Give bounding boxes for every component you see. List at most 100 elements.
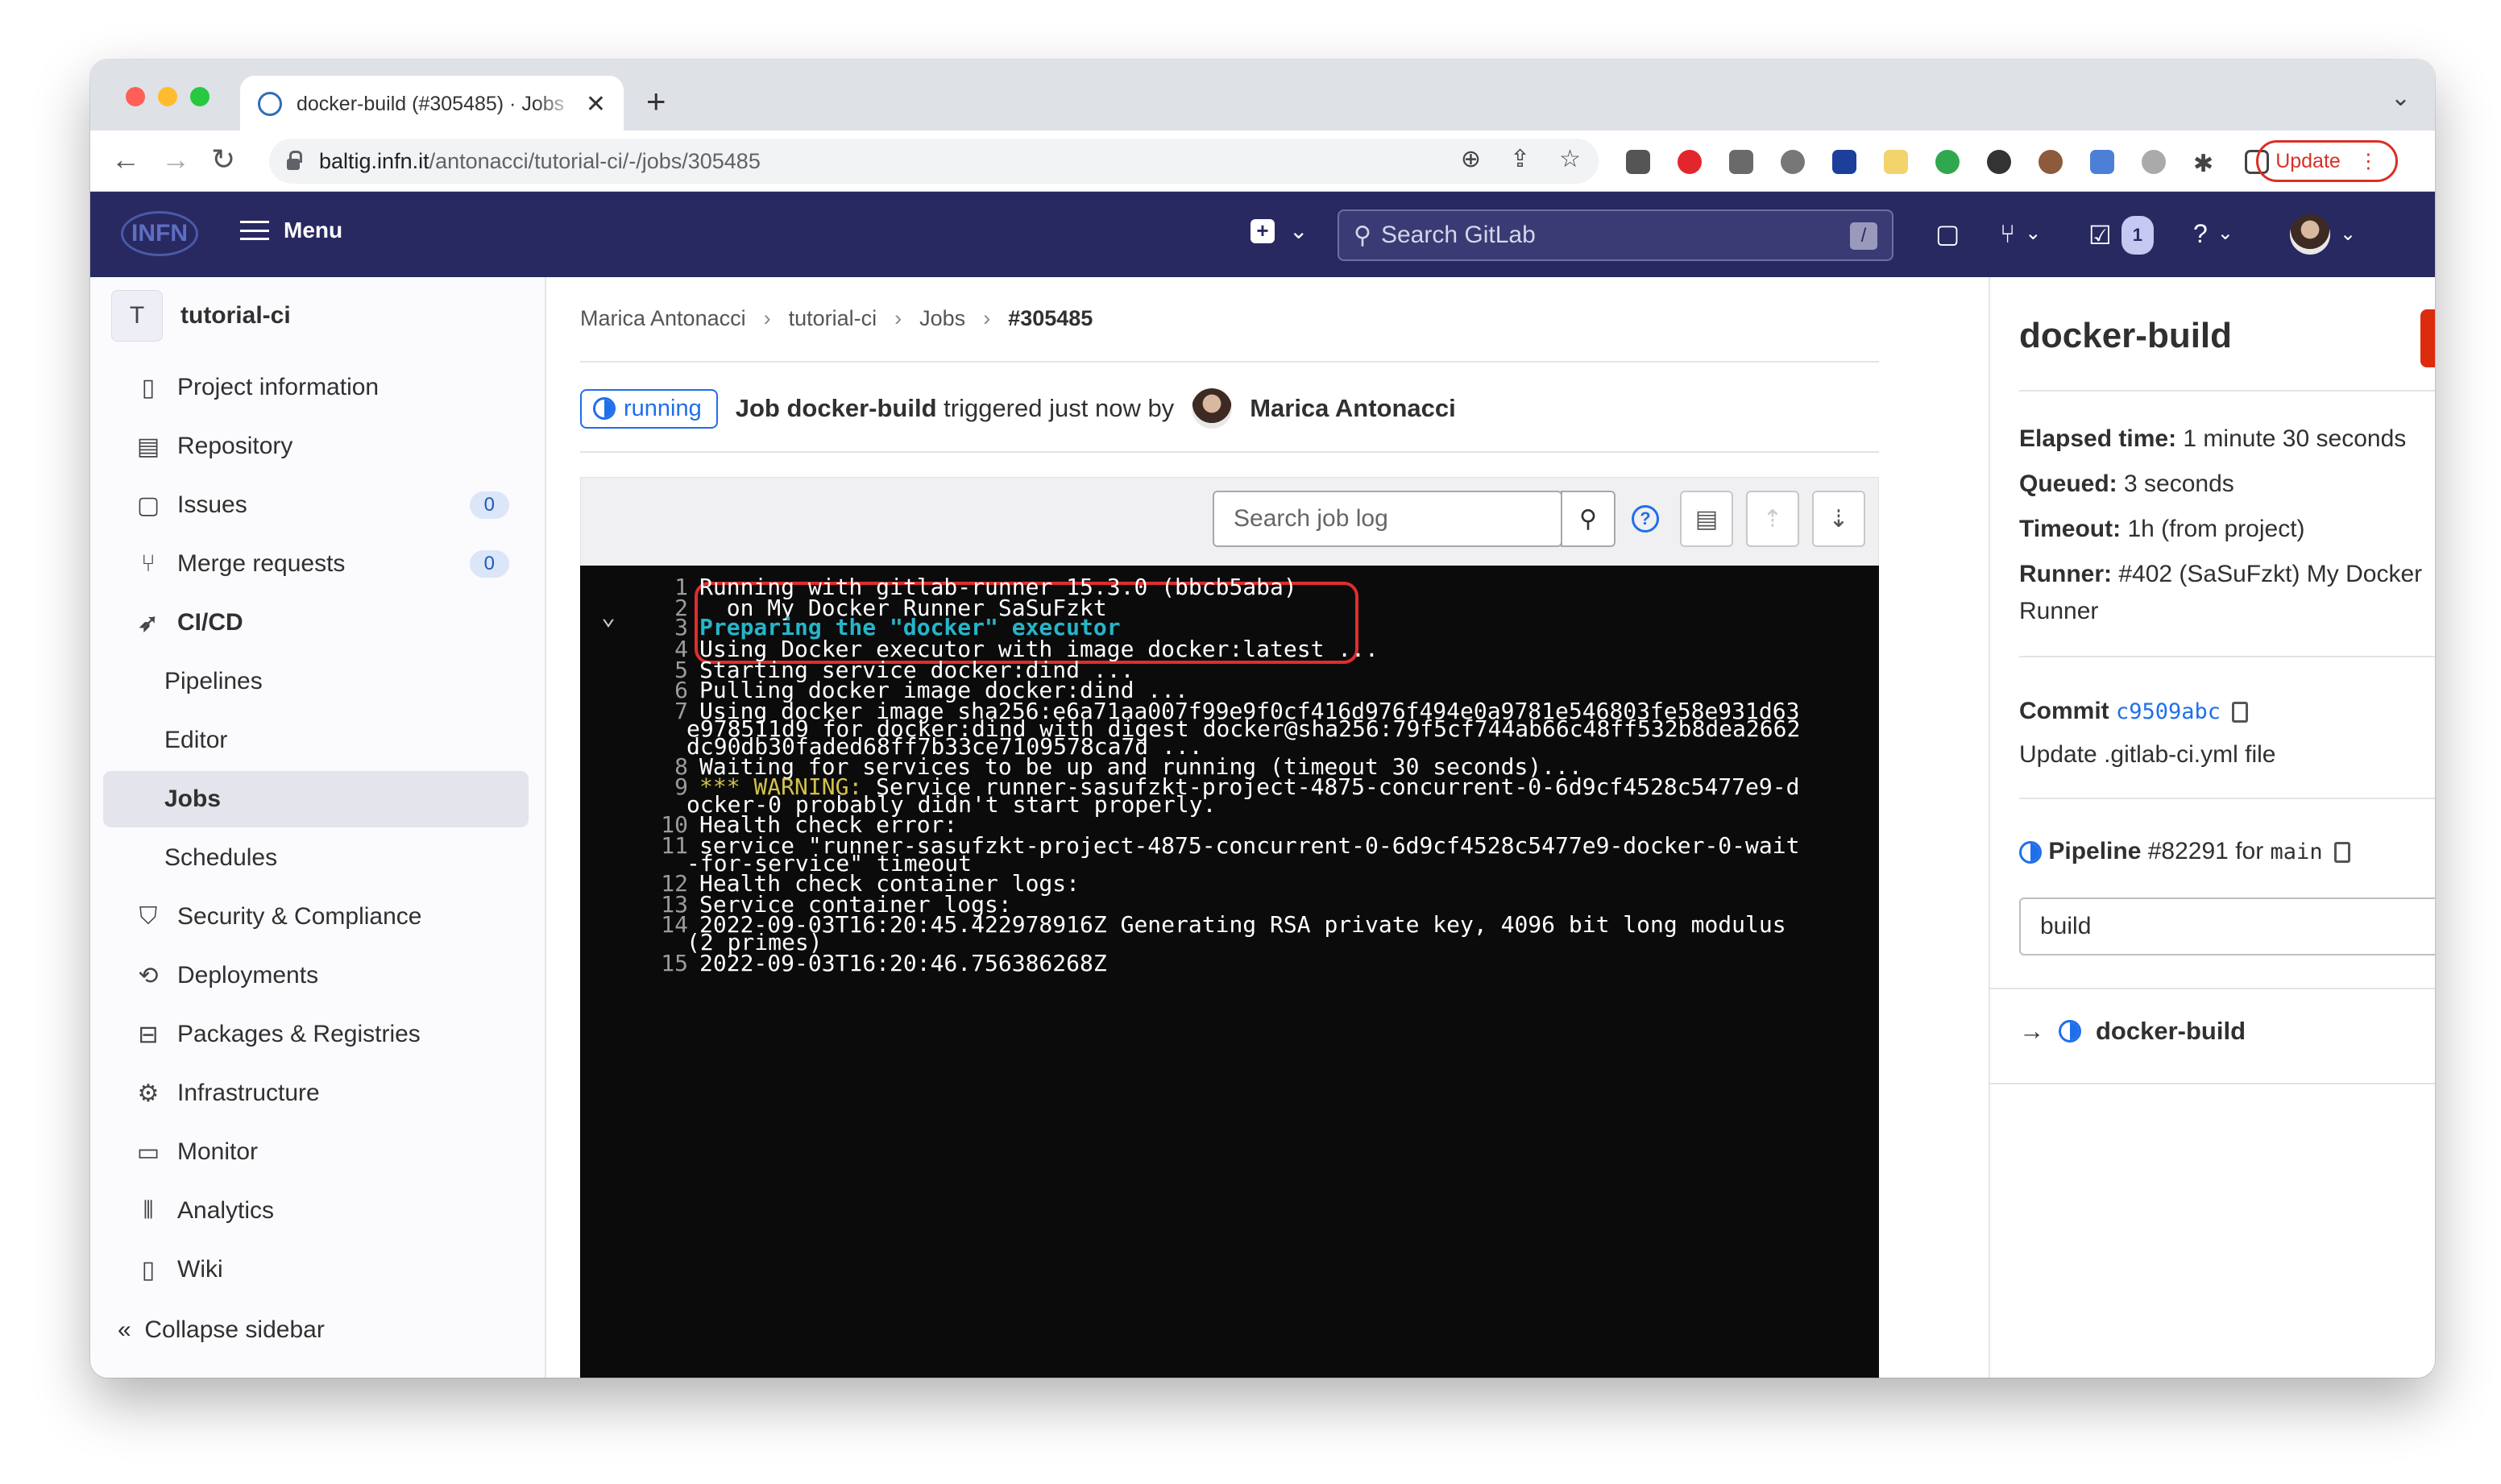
sidebar-item-security-compliance[interactable]: ⛉ Security & Compliance [103,889,529,945]
breadcrumb-project[interactable]: tutorial-ci [789,306,877,331]
create-new-button[interactable]: + ⌄ [1250,218,1308,244]
avatar [2290,214,2330,255]
extension-icon[interactable] [1884,150,1908,174]
document-icon: ▤ [1694,505,1719,533]
new-tab-icon[interactable]: + [646,82,666,121]
extension-icon[interactable] [2090,150,2114,174]
extension-icon[interactable] [1626,150,1650,174]
evernote-extension-icon[interactable] [1935,150,1960,174]
extension-icon[interactable] [1832,150,1856,174]
tab-search-chevron-icon[interactable]: ⌄ [2391,84,2411,112]
scroll-to-top-button[interactable]: ⇡ [1746,491,1799,547]
sidebar-item-pipelines[interactable]: Pipelines [103,653,529,710]
breadcrumb: Marica Antonacci › tutorial-ci › Jobs › #30… [580,306,1093,331]
sidebar-item-cicd[interactable]: ➶ CI/CD [103,595,529,651]
sidebar-item-schedules[interactable]: Schedules [103,830,529,886]
forward-icon[interactable]: → [161,142,190,177]
zoom-icon[interactable]: ⊕ [1461,145,1481,173]
avatar[interactable] [1192,388,1233,429]
scroll-to-bottom-button[interactable]: ⇣ [1812,491,1865,547]
sidebar-item-wiki[interactable]: ▯ Wiki [103,1242,529,1298]
share-icon[interactable]: ⇪ [1510,145,1530,173]
sidebar-item-analytics[interactable]: ⫴ Analytics [103,1183,529,1239]
close-window-button[interactable] [126,87,145,106]
url-bar[interactable]: baltig.infn.it/antonacci/tutorial-ci/-/j… [269,139,1599,184]
copy-clipboard-icon[interactable] [2333,842,2350,864]
cloud-gear-icon: ⚙ [137,1080,160,1107]
sidebar-item-issues[interactable]: ▢ Issues 0 [103,477,529,533]
extension-icon[interactable] [1729,150,1753,174]
divider [2019,656,2435,657]
breadcrumb-jobs[interactable]: Jobs [919,306,965,331]
menu-button[interactable]: Menu [240,218,342,243]
search-button[interactable]: ⚲ [1561,491,1615,547]
search-icon: ⚲ [1354,222,1371,249]
address-bar-row: ← → ↻ baltig.infn.it/antonacci/tutorial-… [90,131,2435,192]
document-icon: ▯ [141,374,156,401]
sidebar-item-monitor[interactable]: ▭ Monitor [103,1124,529,1180]
help-icon[interactable]: ? [1632,505,1659,533]
help-icon[interactable]: ? ⌄ [2193,216,2233,251]
job-name: docker-build [786,394,937,422]
sidebar-item-editor[interactable]: Editor [103,712,529,769]
lock-icon [287,151,302,170]
gitlab-search-input[interactable]: ⚲ Search GitLab / [1338,209,1893,261]
timeout: Timeout: 1h (from project) [2019,516,2305,542]
divider [2019,798,2435,799]
sidebar-item-repository[interactable]: ▤ Repository [103,418,529,475]
search-job-log-input[interactable]: Search job log [1213,491,1562,547]
extension-icon[interactable] [1987,150,2011,174]
current-job-row[interactable]: → docker-build [2019,1017,2246,1046]
maximize-window-button[interactable] [190,87,209,106]
gitlab-top-bar: INFN Menu + ⌄ ⚲ Search GitLab / ▢ ⑂ ⌄ ☑ 1 ?… [90,192,2435,277]
divider [1990,1083,2435,1084]
status-badge[interactable]: running [580,388,718,429]
divider [2019,390,2435,392]
copy-clipboard-icon[interactable] [2232,702,2249,723]
bookmark-star-icon[interactable]: ☆ [1559,145,1581,173]
todos-icon[interactable]: ☑ 1 [2088,216,2154,255]
collapse-sidebar-button[interactable]: « Collapse sidebar [118,1316,325,1344]
extensions-puzzle-icon[interactable]: ✱ [2193,150,2217,177]
sidebar-item-project-information[interactable]: ▯ Project information [103,359,529,416]
infn-logo[interactable]: INFN [121,211,198,256]
rocket-icon: ➶ [138,609,159,636]
sidebar-item-deployments[interactable]: ⟲ Deployments [103,947,529,1004]
sidebar-item-merge-requests[interactable]: ⑂ Merge requests 0 [103,536,529,592]
reload-icon[interactable]: ↻ [211,142,235,177]
breadcrumb-current[interactable]: #305485 [1008,306,1093,331]
extension-icon[interactable] [2142,150,2166,174]
stage-dropdown[interactable]: build⌄ [2019,897,2435,955]
pipeline-link[interactable]: Pipeline [2048,838,2141,864]
sidebar-item-jobs[interactable]: Jobs [103,771,529,827]
sidebar-item-packages-registries[interactable]: ⊟ Packages & Registries [103,1006,529,1063]
arrow-down-icon: ⇣ [1828,505,1849,533]
merge-requests-icon[interactable]: ⑂ ⌄ [2000,216,2041,251]
runner-info-wrap: Runner [2019,598,2099,624]
browser-tab[interactable]: docker-build (#305485) · Jobs ✕ [240,76,624,132]
chart-icon: ⫴ [143,1197,154,1224]
issues-icon[interactable]: ▢ [1935,216,1960,251]
sidebar-item-infrastructure[interactable]: ⚙ Infrastructure [103,1065,529,1121]
browser-update-button[interactable]: Update ⋮ [2256,140,2398,182]
runner-info: Runner: #402 (SaSuFzkt) My Docker [2019,561,2423,587]
raw-log-button[interactable]: ▤ [1680,491,1733,547]
extension-icon[interactable] [1678,150,1702,174]
minimize-window-button[interactable] [158,87,177,106]
divider [580,361,1879,363]
gitlab-favicon-icon [258,92,282,116]
project-link[interactable]: T tutorial-ci [111,290,291,342]
user-menu[interactable]: ⌄ [2290,214,2356,255]
branch-name[interactable]: main [2271,839,2323,864]
chevron-right-icon: › [894,306,902,330]
breadcrumb-user[interactable]: Marica Antonacci [580,306,746,331]
close-tab-icon[interactable]: ✕ [586,90,606,118]
extension-icon[interactable] [1781,150,1805,174]
back-icon[interactable]: ← [111,142,140,177]
triggered-by-user[interactable]: Marica Antonacci [1250,394,1456,423]
chevron-down-icon: ⌄ [1289,218,1309,243]
commit-sha-link[interactable]: c9509abc [2116,699,2221,724]
cancel-job-button[interactable] [2420,309,2435,367]
extension-icon[interactable] [2039,150,2063,174]
arrow-right-icon: → [2019,1017,2044,1045]
